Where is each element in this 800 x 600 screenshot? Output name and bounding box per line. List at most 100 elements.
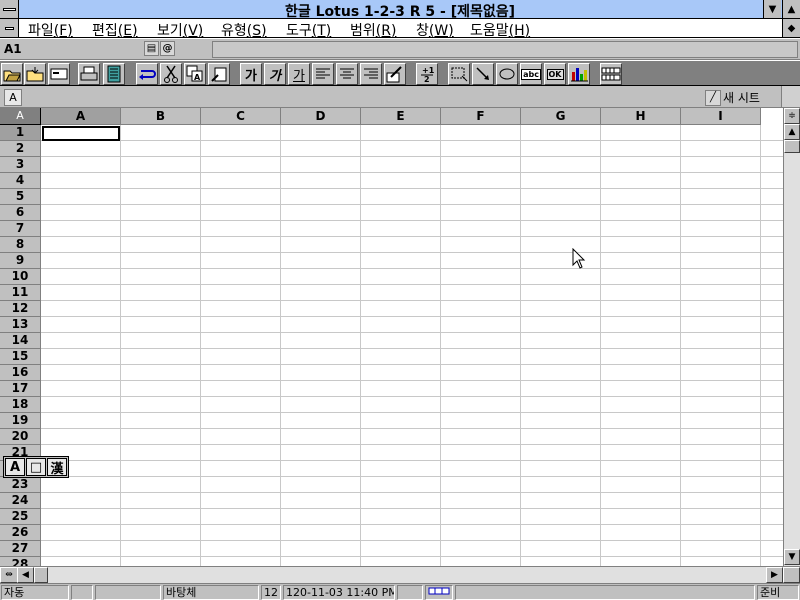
- column-header-e[interactable]: E: [361, 108, 441, 125]
- row-header-8[interactable]: 8: [0, 237, 41, 253]
- status-empty-1[interactable]: [71, 585, 93, 600]
- tab-scroll-icon[interactable]: [781, 86, 800, 107]
- horizontal-scroll-thumb[interactable]: [34, 567, 48, 583]
- chart-button[interactable]: [568, 63, 590, 85]
- hanja-mode-icon[interactable]: 漢: [47, 458, 67, 477]
- print-button[interactable]: [78, 63, 100, 85]
- column-header-h[interactable]: H: [601, 108, 681, 125]
- bold-button[interactable]: 가: [240, 63, 262, 85]
- column-header-i[interactable]: I: [681, 108, 761, 125]
- contents-box[interactable]: [212, 41, 798, 58]
- column-header-d[interactable]: D: [281, 108, 361, 125]
- cut-button[interactable]: [160, 63, 182, 85]
- row-header-19[interactable]: 19: [0, 413, 41, 429]
- row-header-28[interactable]: 28: [0, 557, 41, 566]
- align-left-button[interactable]: [312, 63, 334, 85]
- status-font[interactable]: 바탕체: [163, 585, 259, 600]
- save-file-button[interactable]: [24, 63, 46, 85]
- status-smarticons-selector[interactable]: [425, 585, 453, 600]
- english-mode-icon[interactable]: A: [5, 458, 25, 476]
- row-header-26[interactable]: 26: [0, 525, 41, 541]
- status-empty-4[interactable]: [455, 585, 755, 600]
- row-header-7[interactable]: 7: [0, 221, 41, 237]
- restore-button[interactable]: ◆: [782, 19, 800, 37]
- row-header-9[interactable]: 9: [0, 253, 41, 269]
- menu-style[interactable]: 유형(S): [221, 20, 267, 40]
- minimize-button[interactable]: ▼: [763, 0, 781, 18]
- vertical-scrollbar[interactable]: ≑ ▲ ▼: [783, 108, 800, 566]
- row-header-14[interactable]: 14: [0, 333, 41, 349]
- row-header-16[interactable]: 16: [0, 365, 41, 381]
- row-header-5[interactable]: 5: [0, 189, 41, 205]
- halfwidth-mode-icon[interactable]: □: [26, 458, 46, 476]
- ok-button-draw-button[interactable]: OK: [544, 63, 566, 85]
- preview-button[interactable]: [103, 63, 125, 85]
- row-header-3[interactable]: 3: [0, 157, 41, 173]
- arrow-draw-button[interactable]: [472, 63, 494, 85]
- vertical-scroll-thumb[interactable]: [784, 140, 800, 153]
- menu-file[interactable]: 파일(F): [28, 20, 73, 40]
- sum-button[interactable]: +1 2: [416, 63, 438, 85]
- sheet-tab-a[interactable]: A: [4, 89, 22, 106]
- split-vertical-handle[interactable]: ≑: [784, 108, 800, 124]
- copy-button[interactable]: A: [184, 63, 206, 85]
- scroll-up-button[interactable]: ▲: [784, 124, 800, 140]
- status-datetime[interactable]: 120-11-03 11:40 PM: [283, 585, 395, 600]
- text-box-button[interactable]: abc: [520, 63, 542, 85]
- row-header-18[interactable]: 18: [0, 397, 41, 413]
- row-header-25[interactable]: 25: [0, 509, 41, 525]
- row-header-13[interactable]: 13: [0, 317, 41, 333]
- worksheet-grid[interactable]: A A B C D E F G H I 1 2 3 4 5 6 7 8 9 10 11 12 13 14 15 16 17 18 19…: [0, 108, 783, 566]
- row-header-12[interactable]: 12: [0, 301, 41, 317]
- row-header-27[interactable]: 27: [0, 541, 41, 557]
- navigator-icon[interactable]: ▤: [144, 41, 159, 56]
- scroll-left-button[interactable]: ◀: [17, 567, 34, 583]
- undo-button[interactable]: [136, 63, 158, 85]
- menu-edit[interactable]: 편집(E): [92, 20, 138, 40]
- status-empty-3[interactable]: [397, 585, 423, 600]
- scroll-right-button[interactable]: ▶: [766, 567, 783, 583]
- row-header-17[interactable]: 17: [0, 381, 41, 397]
- document-system-menu-button[interactable]: [0, 19, 19, 37]
- maximize-button[interactable]: ▲: [782, 0, 800, 18]
- format-painter-button[interactable]: [384, 63, 406, 85]
- horizontal-scrollbar[interactable]: ⇹ ◀ ▶: [0, 566, 800, 583]
- row-header-20[interactable]: 20: [0, 429, 41, 445]
- row-header-10[interactable]: 10: [0, 269, 41, 285]
- column-header-a[interactable]: A: [41, 108, 121, 125]
- row-header-4[interactable]: 4: [0, 173, 41, 189]
- selected-cell-a1[interactable]: [42, 126, 120, 141]
- select-range-button[interactable]: [448, 63, 470, 85]
- status-empty-2[interactable]: [95, 585, 161, 600]
- envelope-button[interactable]: [48, 63, 70, 85]
- selection-indicator[interactable]: A1: [2, 41, 142, 58]
- at-function-icon[interactable]: @: [160, 41, 175, 56]
- menu-range[interactable]: 범위(R): [350, 20, 396, 40]
- scroll-down-button[interactable]: ▼: [784, 549, 800, 565]
- column-header-c[interactable]: C: [201, 108, 281, 125]
- column-header-g[interactable]: G: [521, 108, 601, 125]
- menu-view[interactable]: 보기(V): [157, 20, 203, 40]
- paste-button[interactable]: [208, 63, 230, 85]
- menu-help[interactable]: 도움말(H): [470, 20, 530, 40]
- status-ready[interactable]: 준비: [757, 585, 799, 600]
- italic-button[interactable]: 가: [264, 63, 286, 85]
- underline-button[interactable]: 가: [288, 63, 310, 85]
- row-header-24[interactable]: 24: [0, 493, 41, 509]
- column-header-f[interactable]: F: [441, 108, 521, 125]
- ime-indicator[interactable]: A □ 漢: [3, 456, 69, 478]
- split-horizontal-handle[interactable]: ⇹: [0, 567, 18, 583]
- row-header-15[interactable]: 15: [0, 349, 41, 365]
- menu-tools[interactable]: 도구(T): [286, 20, 331, 40]
- align-center-button[interactable]: [336, 63, 358, 85]
- row-header-23[interactable]: 23: [0, 477, 41, 493]
- column-header-b[interactable]: B: [121, 108, 201, 125]
- sheet-corner-button[interactable]: A: [0, 108, 41, 125]
- new-sheet-button[interactable]: ╱ 새 시트: [705, 89, 781, 106]
- status-font-size[interactable]: 12: [261, 585, 281, 600]
- smarticons-button[interactable]: [600, 63, 622, 85]
- ellipse-draw-button[interactable]: [496, 63, 518, 85]
- row-header-1[interactable]: 1: [0, 125, 41, 141]
- menu-window[interactable]: 창(W): [416, 20, 454, 40]
- align-right-button[interactable]: [360, 63, 382, 85]
